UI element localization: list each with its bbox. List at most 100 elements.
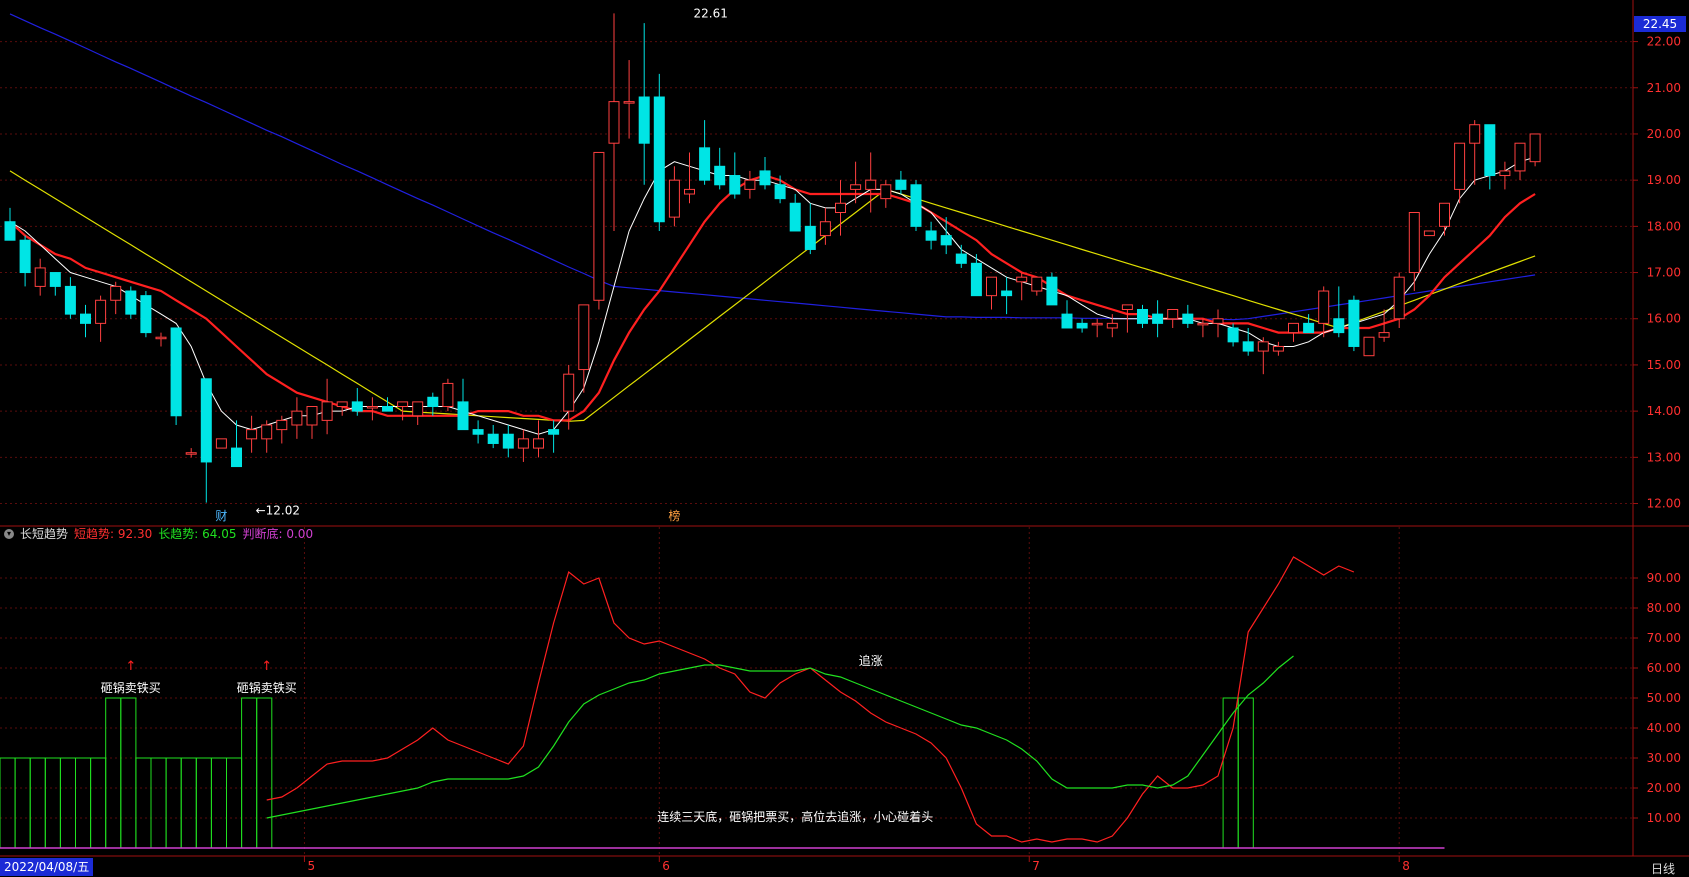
price-tick-label: 17.00 [1647, 266, 1681, 280]
candle-body [1076, 322, 1088, 329]
candle [80, 304, 91, 338]
candle-body [261, 424, 273, 440]
candle [95, 295, 107, 342]
last-price-label: 22.45 [1634, 16, 1686, 32]
candle-body [1469, 124, 1481, 144]
indicator-annotation: 砸锅卖铁买 [101, 680, 161, 695]
candle-body [170, 327, 182, 417]
candle-body [895, 179, 907, 190]
indicator-bar [59, 757, 77, 849]
indicator-bar [180, 757, 197, 849]
candle-body [1423, 230, 1435, 237]
candle-body [1514, 142, 1526, 172]
candle-body [608, 101, 620, 144]
indicator-tick-label: 70.00 [1647, 631, 1681, 645]
indicator-bar [105, 697, 122, 849]
candle-body [623, 101, 635, 104]
price-tick-label: 21.00 [1647, 81, 1681, 95]
candle [140, 291, 152, 338]
candle-body [517, 438, 529, 449]
candle [1076, 318, 1088, 333]
candle-body [1197, 322, 1209, 326]
candle-body [593, 151, 605, 301]
candle [170, 327, 182, 425]
short-trend-readout: 短趋势: 92.30 [74, 525, 152, 542]
candle-body [472, 429, 484, 435]
candle-body [427, 396, 439, 408]
candle-body [653, 96, 665, 223]
period-label[interactable]: 日线 [1651, 860, 1675, 877]
candle [1529, 133, 1541, 167]
price-annotation: 22.61 [694, 6, 728, 20]
judge-bottom-readout: 判断底: 0.00 [242, 525, 313, 542]
candle [1288, 322, 1299, 342]
price-tick-label: 18.00 [1647, 219, 1681, 233]
candle-body [34, 267, 46, 287]
indicator-bar [29, 757, 46, 849]
candle-body [140, 295, 152, 334]
candle [1061, 300, 1073, 329]
candle [1272, 341, 1284, 356]
candle [668, 166, 680, 227]
candle [125, 286, 137, 319]
candle-body [412, 401, 424, 417]
candle-body [850, 184, 862, 190]
candle-body [457, 401, 469, 431]
cursor-date-label: 2022/04/08/五 [0, 858, 94, 876]
price-tick-label: 22.00 [1647, 35, 1681, 49]
indicator-bar [165, 757, 182, 849]
candle-body [1061, 313, 1073, 329]
candle [502, 424, 514, 458]
candle [155, 332, 167, 347]
candle [215, 438, 227, 449]
candle [1257, 337, 1269, 375]
candle [759, 157, 771, 190]
candle-body [638, 96, 650, 144]
candle-body [533, 438, 544, 449]
candle [457, 378, 469, 431]
candle-body [291, 410, 303, 426]
candle-body [1212, 318, 1224, 324]
candle [231, 420, 242, 468]
candle [910, 180, 922, 231]
candle [578, 304, 590, 393]
candle [1303, 314, 1315, 334]
candle-body [955, 253, 967, 264]
candle [895, 170, 907, 195]
candles [4, 13, 1541, 503]
candle [110, 281, 122, 315]
collapse-icon[interactable]: ▾ [4, 528, 14, 539]
candle-body [714, 165, 726, 186]
candle-body [246, 429, 258, 440]
indicator-name: 长短趋势 [20, 527, 69, 541]
indicator-annotation: 连续三天底，砸锅把票买，高位去追涨，小心碰着头 [657, 809, 933, 824]
candle [684, 152, 695, 204]
candle [608, 13, 620, 231]
candle-body [789, 202, 801, 232]
candle-body [1001, 290, 1013, 297]
candle [321, 378, 333, 435]
candle [819, 207, 831, 245]
candle-body [1529, 133, 1541, 163]
candle-body [1031, 276, 1043, 292]
price-tick-label: 14.00 [1647, 404, 1681, 418]
indicator-bar [135, 757, 152, 849]
candle-body [1182, 313, 1194, 324]
candle-body [1121, 304, 1133, 311]
candle-body [19, 239, 31, 274]
stock-chart[interactable]: 22.00 21.00 20.00 19.00 18.00 17.00 16.00 15.00… [0, 0, 1689, 877]
candle [412, 401, 424, 425]
short-trend-value: 92.30 [117, 527, 153, 541]
candle-body [684, 188, 695, 195]
price-tick-label: 15.00 [1647, 358, 1681, 372]
candle [729, 152, 741, 199]
candle-body [1303, 322, 1315, 334]
candle-body [1393, 276, 1405, 320]
candle-body [4, 221, 16, 241]
candle-body [759, 170, 771, 186]
candle [291, 397, 303, 439]
candle-body [1167, 309, 1179, 320]
indicator-bar [150, 757, 167, 849]
candle-body [95, 299, 107, 324]
event-marker: 榜 [668, 508, 680, 523]
